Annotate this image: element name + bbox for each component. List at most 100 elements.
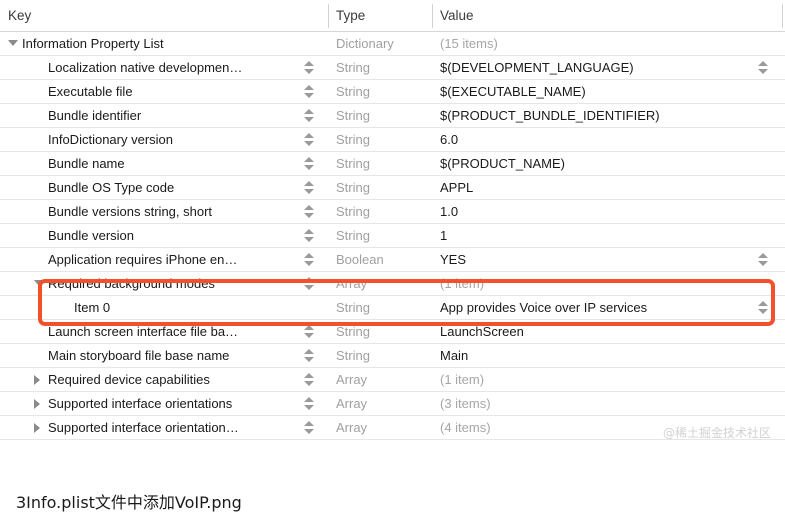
column-header-key[interactable]: Key: [8, 0, 31, 31]
key-stepper-icon[interactable]: [304, 248, 315, 271]
table-row[interactable]: Bundle OS Type code String APPL: [0, 176, 785, 200]
key-stepper-icon[interactable]: [304, 344, 315, 367]
table-row[interactable]: Launch screen interface file ba… String La…: [0, 320, 785, 344]
cell-value[interactable]: $(PRODUCT_NAME): [440, 152, 752, 175]
table-row[interactable]: Required device capabilities Array (1 item…: [0, 368, 785, 392]
key-stepper-icon[interactable]: [304, 224, 315, 247]
cell-key-label: Bundle name: [48, 156, 125, 171]
key-stepper-icon[interactable]: [304, 272, 315, 295]
cell-key[interactable]: Required background modes: [0, 272, 300, 295]
table-row[interactable]: Information Property List Dictionary (15 i…: [0, 32, 785, 56]
cell-key[interactable]: Executable file: [0, 80, 300, 103]
cell-key[interactable]: Bundle OS Type code: [0, 176, 300, 199]
cell-type[interactable]: String: [336, 296, 428, 319]
cell-key[interactable]: Supported interface orientation…: [0, 416, 300, 439]
cell-key[interactable]: Launch screen interface file ba…: [0, 320, 300, 343]
cell-key[interactable]: Bundle identifier: [0, 104, 300, 127]
key-stepper-icon[interactable]: [304, 320, 315, 343]
cell-type[interactable]: String: [336, 80, 428, 103]
cell-value[interactable]: App provides Voice over IP services: [440, 296, 752, 319]
table-row[interactable]: Bundle versions string, short String 1.0: [0, 200, 785, 224]
cell-type[interactable]: String: [336, 200, 428, 223]
cell-value[interactable]: (1 item): [440, 272, 752, 295]
key-stepper-icon[interactable]: [304, 416, 315, 439]
cell-value[interactable]: 6.0: [440, 128, 752, 151]
key-stepper-icon[interactable]: [304, 176, 315, 199]
cell-key[interactable]: Localization native developmen…: [0, 56, 300, 79]
key-stepper-icon[interactable]: [304, 392, 315, 415]
key-stepper-icon[interactable]: [304, 152, 315, 175]
column-header-value[interactable]: Value: [440, 0, 474, 31]
cell-value[interactable]: (3 items): [440, 392, 752, 415]
table-row[interactable]: Executable file String $(EXECUTABLE_NAME): [0, 80, 785, 104]
cell-type[interactable]: String: [336, 344, 428, 367]
cell-value[interactable]: $(PRODUCT_BUNDLE_IDENTIFIER): [440, 104, 752, 127]
key-stepper-icon[interactable]: [304, 128, 315, 151]
cell-type[interactable]: String: [336, 152, 428, 175]
cell-type[interactable]: String: [336, 128, 428, 151]
cell-key[interactable]: Item 0: [0, 296, 300, 319]
cell-type[interactable]: String: [336, 104, 428, 127]
cell-key[interactable]: Bundle name: [0, 152, 300, 175]
cell-key[interactable]: Supported interface orientations: [0, 392, 300, 415]
cell-value[interactable]: $(EXECUTABLE_NAME): [440, 80, 752, 103]
column-header-type[interactable]: Type: [336, 0, 365, 31]
table-row[interactable]: Item 0 String App provides Voice over IP s…: [0, 296, 785, 320]
cell-key[interactable]: Required device capabilities: [0, 368, 300, 391]
cell-key[interactable]: Application requires iPhone en…: [0, 248, 300, 271]
disclosure-triangle-collapsed-icon[interactable]: [34, 375, 40, 385]
table-row[interactable]: Required background modes Array (1 item): [0, 272, 785, 296]
table-row[interactable]: Bundle identifier String $(PRODUCT_BUNDLE_…: [0, 104, 785, 128]
cell-key[interactable]: Main storyboard file base name: [0, 344, 300, 367]
cell-key[interactable]: InfoDictionary version: [0, 128, 300, 151]
disclosure-triangle-collapsed-icon[interactable]: [34, 399, 40, 409]
disclosure-triangle-expanded-icon[interactable]: [8, 40, 18, 46]
disclosure-triangle-collapsed-icon[interactable]: [34, 423, 40, 433]
cell-type[interactable]: Array: [336, 368, 428, 391]
table-row[interactable]: Main storyboard file base name String Main: [0, 344, 785, 368]
key-stepper-icon[interactable]: [304, 56, 315, 79]
cell-key-label: Supported interface orientations: [48, 396, 233, 411]
cell-value[interactable]: (1 item): [440, 368, 752, 391]
disclosure-triangle-expanded-icon[interactable]: [34, 280, 44, 286]
table-row[interactable]: Application requires iPhone en… Boolean YE…: [0, 248, 785, 272]
cell-value[interactable]: 1: [440, 224, 752, 247]
value-stepper-icon[interactable]: [758, 56, 769, 79]
table-row[interactable]: InfoDictionary version String 6.0: [0, 128, 785, 152]
cell-key-label: Required background modes: [48, 276, 215, 291]
cell-value[interactable]: YES: [440, 248, 752, 271]
table-row[interactable]: Bundle version String 1: [0, 224, 785, 248]
column-divider-right[interactable]: [782, 4, 783, 28]
cell-type[interactable]: Array: [336, 272, 428, 295]
cell-type[interactable]: String: [336, 224, 428, 247]
column-divider-key-type[interactable]: [328, 4, 329, 28]
column-divider-type-value[interactable]: [432, 4, 433, 28]
cell-type[interactable]: Dictionary: [336, 32, 428, 55]
cell-value[interactable]: LaunchScreen: [440, 320, 752, 343]
cell-value[interactable]: $(DEVELOPMENT_LANGUAGE): [440, 56, 752, 79]
key-stepper-icon[interactable]: [304, 80, 315, 103]
cell-type[interactable]: Array: [336, 392, 428, 415]
cell-key[interactable]: Information Property List: [0, 32, 300, 55]
cell-value[interactable]: 1.0: [440, 200, 752, 223]
cell-value[interactable]: (15 items): [440, 32, 752, 55]
key-stepper-icon[interactable]: [304, 200, 315, 223]
cell-key[interactable]: Bundle version: [0, 224, 300, 247]
cell-value[interactable]: APPL: [440, 176, 752, 199]
cell-type[interactable]: String: [336, 176, 428, 199]
value-stepper-icon[interactable]: [758, 248, 769, 271]
table-row[interactable]: Localization native developmen… String $(D…: [0, 56, 785, 80]
cell-type[interactable]: String: [336, 56, 428, 79]
key-stepper-icon[interactable]: [304, 368, 315, 391]
cell-key[interactable]: Bundle versions string, short: [0, 200, 300, 223]
plist-editor-panel: Key Type Value Information Property List…: [0, 0, 785, 447]
value-stepper-icon[interactable]: [758, 296, 769, 319]
key-stepper-icon[interactable]: [304, 104, 315, 127]
table-row[interactable]: Supported interface orientations Array (3 …: [0, 392, 785, 416]
cell-type[interactable]: Array: [336, 416, 428, 439]
table-row[interactable]: Bundle name String $(PRODUCT_NAME): [0, 152, 785, 176]
cell-type[interactable]: Boolean: [336, 248, 428, 271]
cell-key-label: Item 0: [74, 300, 111, 315]
cell-value[interactable]: Main: [440, 344, 752, 367]
cell-type[interactable]: String: [336, 320, 428, 343]
